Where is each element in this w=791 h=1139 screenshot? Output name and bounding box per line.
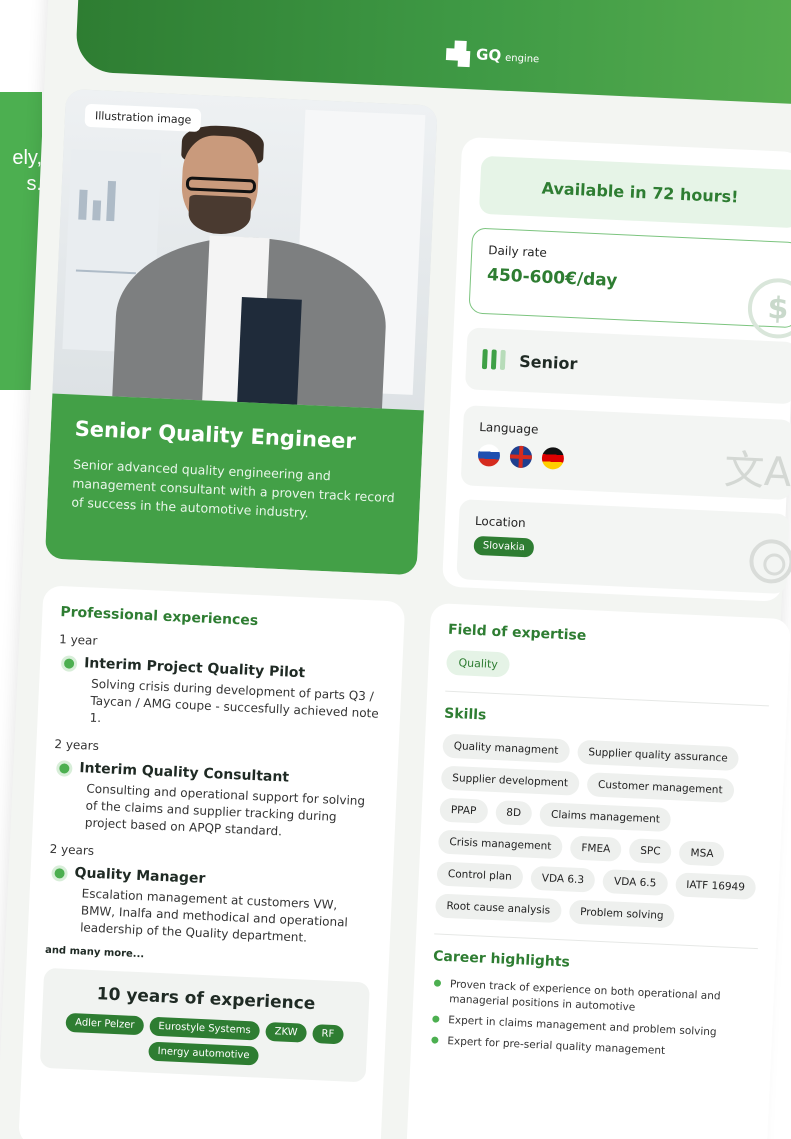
germany-flag-icon: [541, 446, 565, 470]
translate-icon: 文A: [723, 447, 791, 497]
header-band: GQ engine: [74, 0, 791, 105]
gq-engine-logo: GQ engine: [445, 40, 540, 70]
expertise-card: Field of expertise Quality Skills Qualit…: [405, 602, 791, 1139]
job-entry: Interim Project Quality Pilot Solving cr…: [55, 654, 384, 740]
language-box: Language 文A: [460, 405, 791, 501]
skill-chip: SPC: [628, 838, 673, 865]
job-entry-description: Escalation management at customers VW, B…: [79, 886, 349, 945]
bullet-dot-icon: [54, 868, 65, 879]
job-title: Senior Quality Engineer: [74, 416, 357, 454]
skill-chip: PPAP: [439, 797, 488, 824]
bullet-dot-icon: [59, 763, 70, 774]
bullet-dot-icon: [63, 658, 75, 669]
logo-text: GQ: [475, 45, 502, 65]
expertise-field-chip: Quality: [445, 649, 511, 678]
logo-icon: [445, 40, 473, 68]
years-of-experience-title: 10 years of experience: [96, 984, 316, 1015]
skills-list: Quality managment Supplier quality assur…: [434, 733, 767, 933]
profile-document: GQ engine Illustration image Senior Qual…: [0, 0, 791, 1139]
more-experience-note: and many more...: [44, 944, 145, 961]
seniority-bars-icon: [481, 349, 506, 371]
background-text-line: s.: [26, 173, 42, 195]
years-of-experience-box: 10 years of experience Adler Pelzer Euro…: [39, 967, 370, 1083]
daily-rate-value: 450-600€/day: [486, 265, 618, 292]
career-highlights-list: Proven track of experience on both opera…: [429, 976, 756, 1063]
illustration-badge: Illustration image: [84, 103, 202, 133]
experience-card: Professional experiences 1 year Interim …: [18, 585, 406, 1139]
skill-chip: Problem solving: [568, 899, 676, 929]
seniority-box: Senior: [464, 327, 791, 405]
background-text-line: ely,: [12, 147, 42, 169]
profile-photo: Illustration image: [52, 88, 438, 411]
skill-chip: 8D: [494, 800, 533, 826]
job-entry: Interim Quality Consultant Consulting an…: [51, 759, 380, 845]
job-description: Senior advanced quality engineering and …: [71, 456, 395, 521]
background-text: ely, s.: [0, 145, 42, 197]
location-target-icon: [748, 538, 791, 585]
company-chip: Adler Pelzer: [65, 1012, 144, 1036]
job-entry-description: Solving crisis during development of par…: [89, 676, 380, 726]
skill-chip: VDA 6.3: [530, 865, 596, 893]
location-chip: Slovakia: [473, 535, 535, 558]
company-chip: RF: [312, 1024, 344, 1045]
daily-rate-box: Daily rate 450-600€/day $: [468, 227, 791, 340]
company-chip: Inergy automotive: [148, 1041, 259, 1066]
expertise-title: Field of expertise: [447, 621, 587, 645]
job-entry-description: Consulting and operational support for s…: [84, 781, 366, 839]
availability-banner: Available in 72 hours!: [478, 155, 791, 229]
skill-chip: FMEA: [569, 835, 622, 862]
skill-chip: IATF 16949: [674, 872, 757, 900]
experience-title: Professional experiences: [60, 604, 259, 630]
divider: [434, 933, 758, 950]
skill-chip: Crisis management: [437, 829, 563, 860]
skill-chip: Control plan: [436, 861, 524, 890]
skill-chip: VDA 6.5: [602, 869, 668, 896]
seniority-level: Senior: [518, 351, 578, 373]
slovakia-flag-icon: [477, 443, 501, 467]
skills-title: Skills: [443, 705, 487, 724]
skill-chip: Supplier development: [440, 765, 580, 796]
company-chip: Eurostyle Systems: [148, 1016, 261, 1041]
logo-subtext: engine: [504, 52, 540, 65]
career-highlights-title: Career highlights: [432, 948, 571, 971]
uk-flag-icon: [509, 445, 533, 469]
hero-info: Senior Quality Engineer Senior advanced …: [44, 393, 424, 576]
summary-card: Available in 72 hours! Daily rate 450-60…: [441, 136, 791, 602]
company-chip: ZKW: [265, 1021, 307, 1043]
hero-card: Illustration image Senior Quality Engine…: [44, 88, 438, 576]
skill-chip: MSA: [678, 840, 726, 867]
skill-chip: Quality managment: [442, 733, 570, 764]
location-box: Location Slovakia: [456, 499, 791, 595]
divider: [445, 690, 769, 707]
job-entry: Quality Manager Escalation management at…: [46, 864, 375, 950]
skill-chip: Claims management: [539, 802, 672, 833]
skill-chip: Supplier quality assurance: [576, 739, 740, 772]
skill-chip: Customer management: [586, 772, 735, 803]
skill-chip: Root cause analysis: [434, 893, 562, 924]
